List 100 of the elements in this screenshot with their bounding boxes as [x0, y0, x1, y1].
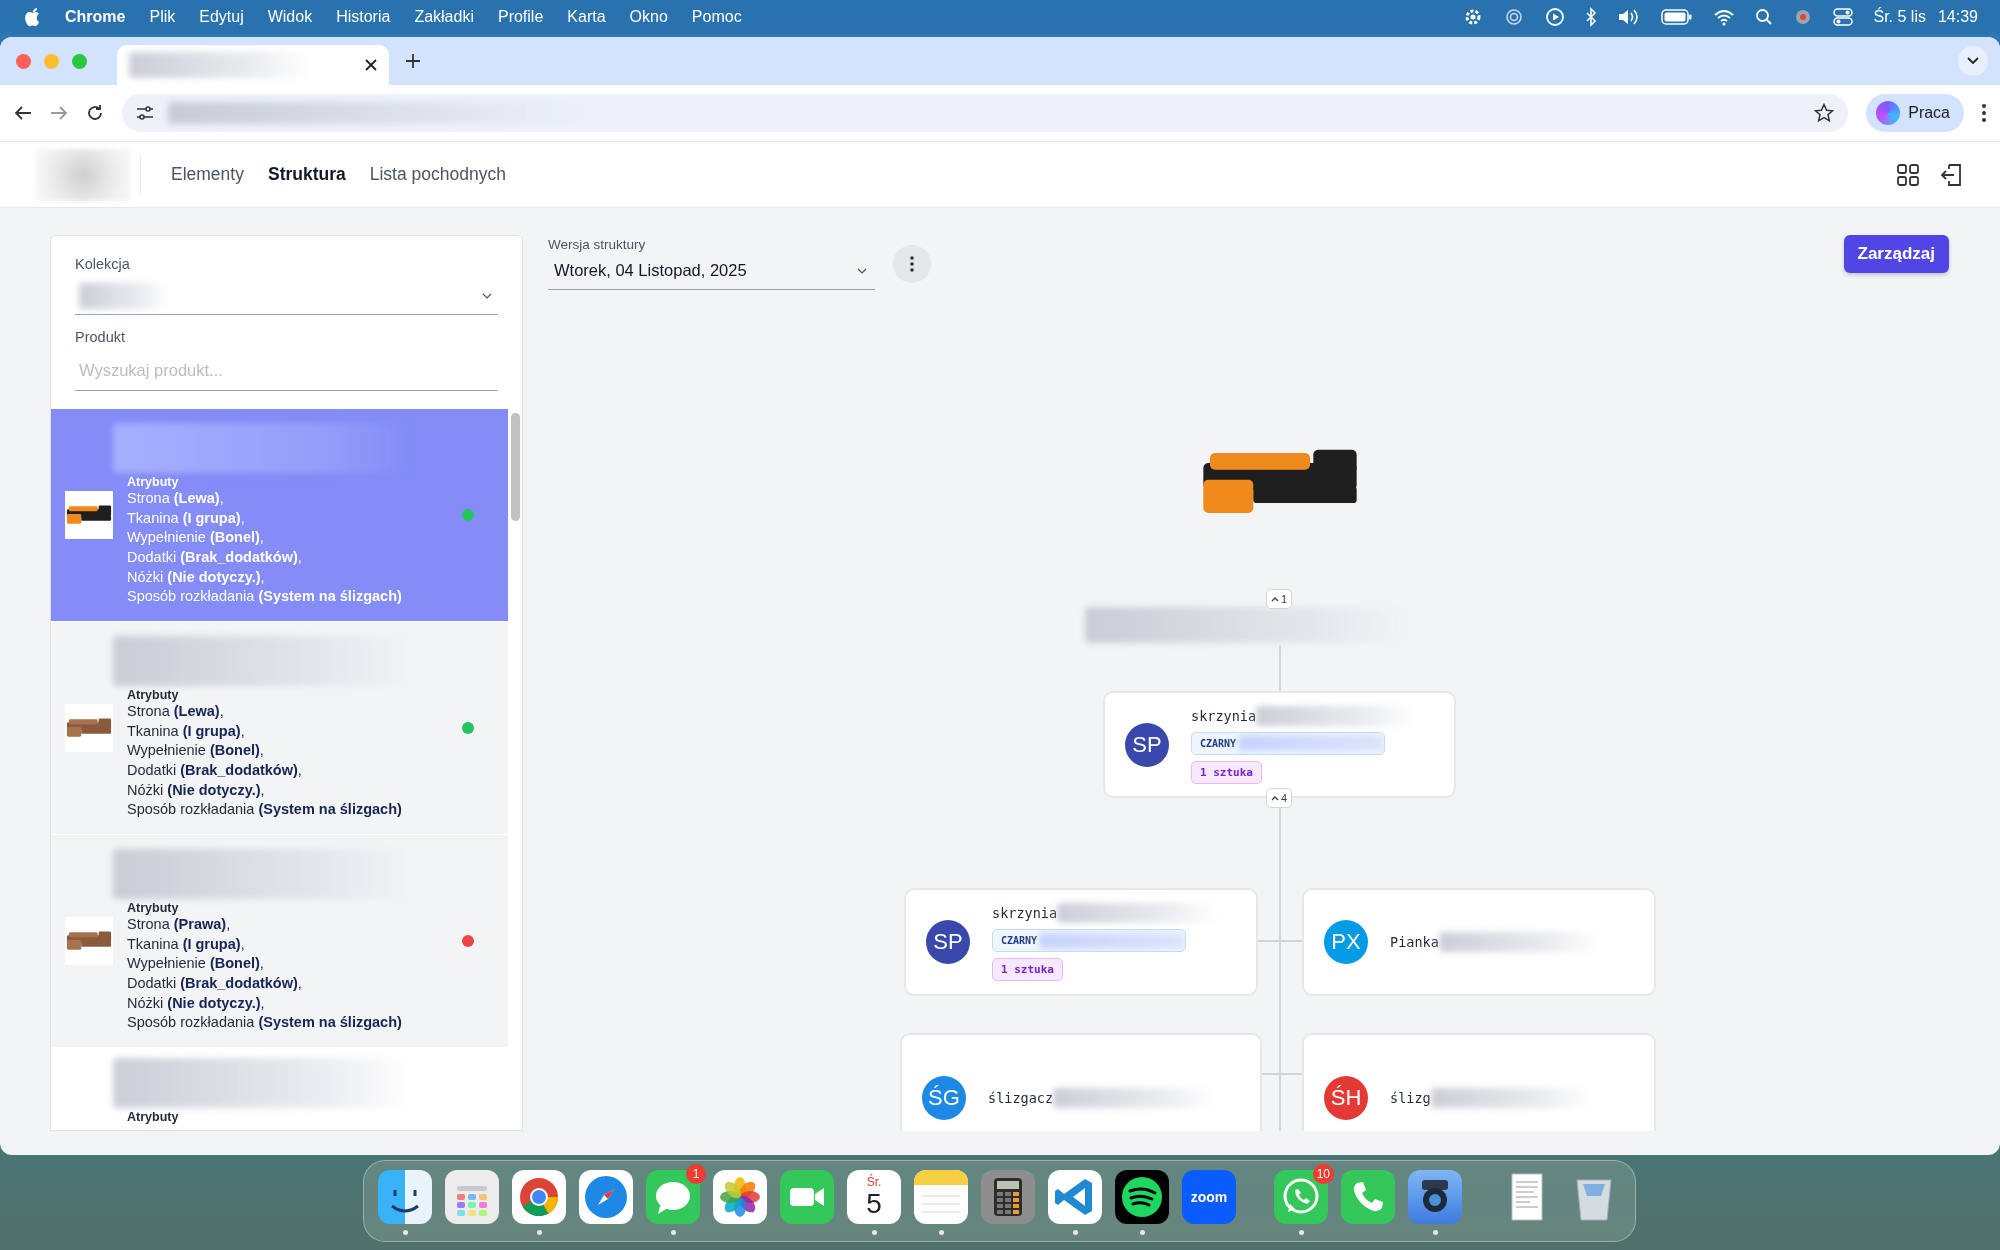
- nav-tab[interactable]: Elementy: [159, 160, 256, 189]
- phone-bubble-icon[interactable]: [1274, 1170, 1328, 1224]
- component-name: ślizg: [1390, 1090, 1431, 1106]
- attribute-line: Sposób rozkładania (System na ślizgach): [127, 587, 403, 607]
- browser-menu-button[interactable]: [1982, 104, 1986, 122]
- attribute-line: Strona (Prawa),: [127, 915, 232, 935]
- phone-handset-icon[interactable]: [1341, 1170, 1395, 1224]
- collapse-toggle[interactable]: 4: [1266, 788, 1292, 808]
- menu-item[interactable]: Karta: [567, 8, 606, 26]
- video-camera-icon[interactable]: [780, 1170, 834, 1224]
- play-icon[interactable]: [1545, 7, 1566, 27]
- attribute-line: Wypełnienie (Bonel),: [127, 954, 265, 974]
- tab-search-button[interactable]: [1958, 46, 1988, 76]
- component-name: skrzynia: [992, 905, 1058, 921]
- profile-button[interactable]: Praca: [1866, 94, 1964, 132]
- wifi-icon[interactable]: [1713, 8, 1736, 26]
- chat-bubble-icon[interactable]: [646, 1170, 700, 1224]
- logout-icon[interactable]: [1940, 161, 1964, 188]
- compass-icon[interactable]: [579, 1170, 633, 1224]
- caret-icon: [1270, 596, 1279, 602]
- attributes-heading: Atrybuty: [127, 901, 180, 916]
- menu-item[interactable]: Pomoc: [691, 8, 742, 26]
- menu-item[interactable]: Profile: [497, 8, 544, 26]
- video-app-icon[interactable]: zoom: [1182, 1170, 1236, 1224]
- attribute-line: Wypełnienie (Bonel),: [127, 528, 265, 548]
- attribute-line: Tkanina (I grupa),: [127, 934, 246, 954]
- sofa-thumbnail: [65, 704, 113, 752]
- menu-item[interactable]: Zakładki: [414, 8, 474, 26]
- close-icon: [365, 59, 377, 71]
- manage-button[interactable]: Zarządzaj: [1843, 235, 1949, 273]
- menu-item[interactable]: Chrome: [65, 8, 126, 26]
- chevron-down-icon: [857, 267, 867, 274]
- attribute-line: Wypełnienie (Bonel),: [127, 741, 265, 761]
- product-search-field[interactable]: Wyszukaj produkt...: [75, 351, 498, 391]
- notepad-icon[interactable]: [914, 1170, 968, 1224]
- calculator-icon[interactable]: [981, 1170, 1035, 1224]
- menu-bar-clock[interactable]: 14:39: [1937, 8, 1978, 26]
- apple-logo-icon[interactable]: [24, 7, 41, 27]
- sofa-thumbnail: [65, 917, 113, 965]
- attribute-line: Dodatki (Brak_dodatków),: [127, 761, 303, 780]
- nav-tab[interactable]: Lista pochodnych: [357, 160, 518, 189]
- attribute-line: Tkanina (I grupa),: [127, 508, 246, 528]
- sound-waves-icon[interactable]: [1115, 1170, 1169, 1224]
- menu-item[interactable]: Okno: [629, 8, 668, 26]
- kebab-menu-icon: [910, 256, 914, 272]
- menu-item[interactable]: Plik: [149, 8, 176, 26]
- scrollbar-thumb[interactable]: [510, 413, 520, 521]
- tag-label: CZARNY: [1001, 935, 1038, 946]
- tune-icon[interactable]: [136, 105, 154, 121]
- component-card[interactable]: ŚG ślizgacz: [900, 1033, 1262, 1131]
- attribute-line: Dodatki (Brak_dodatków),: [127, 974, 303, 993]
- new-tab-button[interactable]: [405, 53, 421, 69]
- quantity-tag: 1 sztuka: [992, 958, 1063, 981]
- browser-logo-icon[interactable]: [512, 1170, 566, 1224]
- sofa-thumbnail: [65, 491, 113, 539]
- attribute-line: Tkanina (I grupa),: [127, 721, 246, 741]
- menu-item[interactable]: Historia: [336, 8, 391, 26]
- chevron-down-icon: [1967, 57, 1979, 65]
- field-label: Produkt: [75, 329, 126, 345]
- menu-bar-date[interactable]: Śr. 5 lis: [1873, 8, 1926, 26]
- menu-item[interactable]: Widok: [267, 8, 313, 26]
- flower-icon[interactable]: [713, 1170, 767, 1224]
- reload-button[interactable]: [86, 104, 104, 122]
- menu-item[interactable]: Edytuj: [199, 8, 244, 26]
- product-item[interactable]: Atrybuty Strona (Prawa), Tkanina (I grupa), Wypełnienie (Bonel), Dodatki (Brak_dodatków), Nóżki (Nie dotyczy.), Sposób rozkładania (System na ślizgach): [51, 835, 508, 1048]
- kebab-menu-icon: [1982, 104, 1986, 122]
- initials-avatar: SP: [1125, 722, 1169, 767]
- battery-icon[interactable]: [1661, 8, 1694, 26]
- calendar-app-icon[interactable]: Śr. 5: [847, 1170, 901, 1224]
- close-tab-button[interactable]: [365, 59, 377, 71]
- face-icon[interactable]: [378, 1170, 432, 1224]
- star-icon[interactable]: [1814, 103, 1835, 123]
- component-name: Pianka: [1390, 934, 1439, 950]
- grid-icon[interactable]: [1896, 162, 1920, 187]
- tag-label: CZARNY: [1200, 737, 1237, 749]
- more-options-button[interactable]: [893, 245, 931, 283]
- control-center-icon[interactable]: [1833, 8, 1854, 26]
- initials-avatar: ŚG: [922, 1076, 966, 1120]
- app-grid-icon[interactable]: [445, 1170, 499, 1224]
- component-card[interactable]: ŚH ślizg: [1302, 1033, 1656, 1131]
- nav-tab[interactable]: Struktura: [255, 160, 358, 189]
- field-label: Kolekcja: [75, 256, 131, 272]
- bluetooth-icon[interactable]: [1585, 7, 1598, 27]
- back-arrow-icon: [14, 105, 32, 121]
- search-icon[interactable]: [1755, 8, 1774, 26]
- component-card[interactable]: PX Pianka: [1302, 888, 1656, 996]
- component-name: skrzynia: [1191, 707, 1257, 724]
- collapse-toggle[interactable]: 1: [1266, 589, 1292, 609]
- version-select[interactable]: Wtorek, 04 Listopad, 2025: [548, 252, 875, 290]
- component-card[interactable]: SP skrzynia CZARNY 1 sztuka: [904, 888, 1258, 996]
- initials-avatar: PX: [1324, 920, 1368, 964]
- magnifier-icon[interactable]: [1408, 1170, 1462, 1224]
- component-name: ślizgacz: [988, 1090, 1054, 1106]
- quantity-tag: 1 sztuka: [1191, 760, 1262, 784]
- code-editor-icon[interactable]: [1048, 1170, 1102, 1224]
- back-button[interactable]: [14, 105, 32, 121]
- forward-button[interactable]: [50, 105, 68, 121]
- product-item[interactable]: Atrybuty Strona (Lewa), Tkanina (I grupa), Wypełnienie (Bonel), Dodatki (Brak_dodatków), Nóżki (Nie dotyczy.), Sposób rozkładania (System na ślizgach): [51, 622, 508, 835]
- initials-avatar: ŚH: [1324, 1076, 1368, 1120]
- attribute-line: Strona (Lewa),: [127, 702, 225, 722]
